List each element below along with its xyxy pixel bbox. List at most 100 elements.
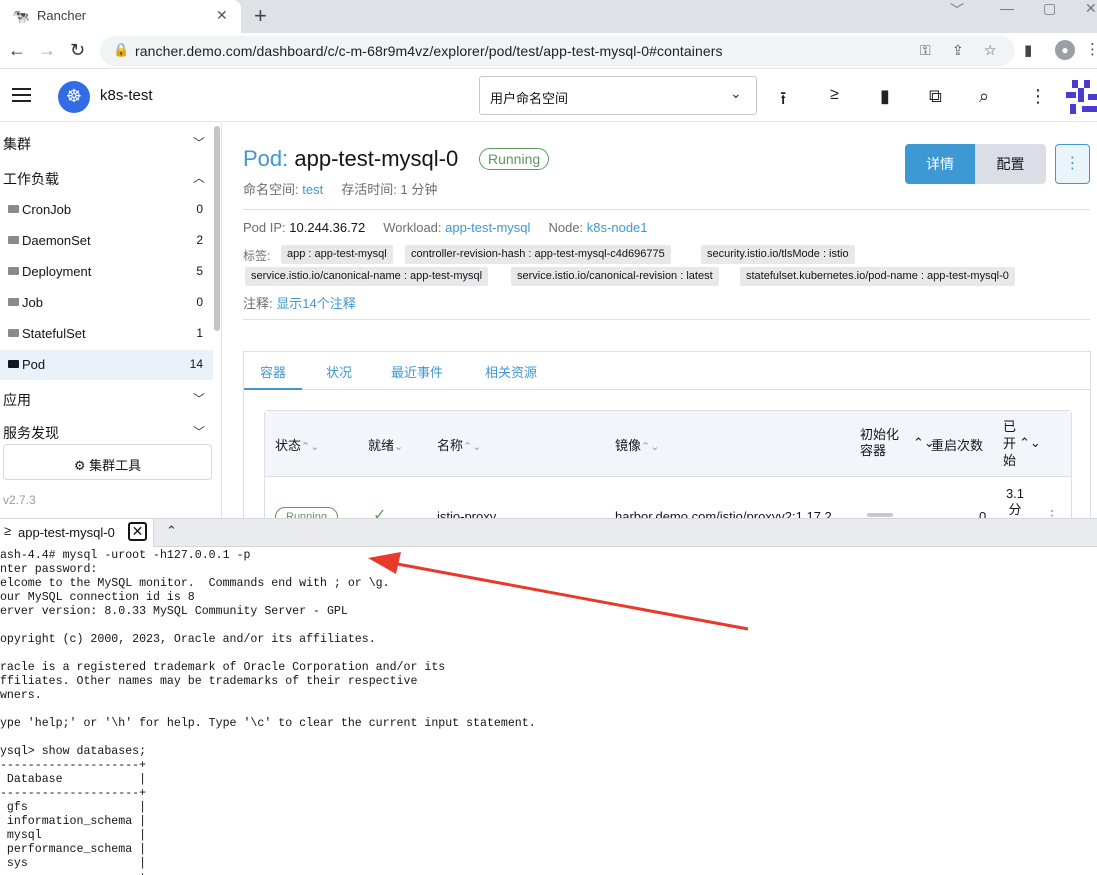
tab-recent-events[interactable]: 最近事件 (391, 362, 443, 381)
sidebar-item-label: StatefulSet (22, 326, 86, 341)
kubernetes-logo-icon: ☸ (58, 81, 90, 113)
sidebar-item-count: 0 (196, 295, 203, 309)
import-yaml-icon[interactable]: ⭱ (780, 86, 786, 116)
terminal-line: Your MySQL connection id is 8 (0, 591, 195, 604)
reload-icon[interactable]: ↻ (70, 40, 85, 61)
back-icon[interactable]: ← (8, 40, 26, 61)
sidebar-group-service-discovery[interactable]: 服务发现 (3, 423, 59, 443)
sidebar-group-cluster[interactable]: 集群 (3, 134, 31, 154)
kubectl-shell-icon[interactable]: ≥ (830, 86, 839, 104)
sidebar-item-job[interactable]: Job 0 (0, 288, 213, 318)
init-container-indicator (867, 513, 893, 517)
key-icon[interactable]: ⚿ (920, 42, 931, 59)
search-icon[interactable]: ⌕ (979, 86, 989, 107)
browser-menu-icon[interactable]: ⋮ (1085, 40, 1097, 58)
workload-link[interactable]: app-test-mysql (445, 220, 530, 235)
column-header-label: 名称 (437, 438, 464, 453)
restart-count: 0 (979, 509, 987, 518)
sort-icon[interactable]: ⌃⌄ (1019, 435, 1041, 451)
sidebar-item-cronjob[interactable]: CronJob 0 (0, 195, 213, 225)
tab-conditions[interactable]: 状况 (326, 362, 352, 381)
sidebar-scrollbar[interactable] (214, 126, 220, 331)
chevron-down-icon[interactable]: ﹀ (193, 423, 205, 440)
browser-tab[interactable]: 🐄 Rancher ✕ (0, 0, 241, 33)
label-tag: service.istio.io/canonical-revision : la… (511, 267, 719, 286)
sidebar-item-daemonset[interactable]: DaemonSet 2 (0, 226, 213, 256)
hamburger-menu-icon[interactable] (12, 88, 31, 102)
row-actions-icon[interactable]: ⋮ (1045, 507, 1059, 518)
sidebar-item-count: 5 (196, 264, 203, 278)
pod-name: app-test-mysql-0 (294, 146, 459, 171)
terminal-line: owners. (0, 689, 42, 702)
more-actions-button[interactable]: ⋮ (1055, 144, 1090, 184)
sidebar-item-count: 0 (196, 202, 203, 216)
tab-search-icon[interactable]: ﹀ (950, 0, 964, 20)
chevron-down-icon[interactable]: ﹀ (193, 390, 205, 407)
chevron-up-icon[interactable]: ︿ (193, 169, 205, 186)
namespace-link[interactable]: test (302, 182, 323, 197)
tab-containers[interactable]: 容器 (260, 362, 286, 381)
terminal-line: | information_schema | (0, 815, 147, 828)
pod-ip-value: 10.244.36.72 (289, 220, 366, 235)
new-tab-button[interactable]: + (254, 3, 267, 29)
view-mode-toggle: 详情 配置 (905, 144, 1046, 184)
column-header-image[interactable]: 镜像⌃⌄ (615, 435, 659, 454)
profile-avatar-icon[interactable]: ● (1055, 40, 1075, 60)
user-avatar[interactable] (1064, 78, 1097, 116)
bookmark-star-icon[interactable]: ☆ (984, 42, 997, 59)
terminal-output[interactable]: bash-4.4# mysql -uroot -h127.0.0.1 -p Ent… (0, 547, 1097, 875)
more-actions-icon[interactable]: ⋮ (1029, 86, 1047, 107)
chevron-down-icon: ⌄ (730, 85, 742, 101)
copy-kubeconfig-icon[interactable]: ⧉ (929, 86, 942, 107)
workload-label: Workload: (383, 220, 442, 235)
column-header-init-container[interactable]: 初始化容器 (860, 427, 906, 459)
tab-related-resources[interactable]: 相关资源 (485, 362, 537, 381)
sidebar-item-deployment[interactable]: Deployment 5 (0, 257, 213, 287)
app-header: ☸ k8s-test 用户命名空间 ⌄ ⭱ ≥ ▮ ⧉ ⌕ ⋮ (0, 70, 1097, 122)
namespace-select[interactable]: 用户命名空间 ⌄ (479, 76, 757, 115)
share-icon[interactable]: ⇪ (952, 42, 964, 59)
column-header-status[interactable]: 状态⌃⌄ (275, 435, 319, 454)
terminal-line: | sys | (0, 857, 147, 870)
version-label: v2.7.3 (3, 493, 36, 507)
show-annotations-link[interactable]: 显示14个注释 (276, 296, 355, 311)
download-kubeconfig-icon[interactable]: ▮ (880, 86, 890, 107)
labels-key: 标签: (243, 249, 271, 263)
sort-icon: ⌃⌄ (301, 441, 320, 453)
column-header-ready[interactable]: 就绪⌄ (368, 435, 403, 454)
sidebar-group-workloads[interactable]: 工作负载 (3, 169, 59, 189)
minimize-icon[interactable]: — (1000, 0, 1014, 16)
sort-icon: ⌃⌄ (641, 441, 660, 453)
cluster-tools-text: 集群工具 (89, 458, 142, 473)
label-tag: statefulset.kubernetes.io/pod-name : app… (740, 267, 1015, 286)
detail-button[interactable]: 详情 (905, 144, 975, 184)
close-window-icon[interactable]: ✕ (1085, 0, 1097, 17)
column-header-label: 状态 (275, 438, 302, 453)
cluster-tools-button[interactable]: ⚙ 集群工具 (3, 444, 212, 480)
sidebar-group-apps[interactable]: 应用 (3, 390, 31, 410)
annotations-row: 注释: 显示14个注释 (243, 293, 356, 312)
sidebar-item-statefulset[interactable]: StatefulSet 1 (0, 319, 213, 349)
sidebar-item-pod[interactable]: Pod 14 (0, 350, 213, 380)
column-header-restarts[interactable]: 重启次数 (931, 435, 983, 454)
chevron-down-icon[interactable]: ﹀ (193, 134, 205, 151)
close-tab-icon[interactable]: ✕ (216, 7, 228, 24)
terminal-line: Type 'help;' or '\h' for help. Type '\c'… (0, 717, 536, 730)
side-panel-icon[interactable]: ▮ (1024, 41, 1032, 59)
url-field[interactable]: 🔒 rancher.demo.com/dashboard/c/c-m-68r9m… (100, 36, 1015, 66)
terminal-tab[interactable]: ≥ app-test-mysql-0 ✕ (0, 519, 154, 547)
namespace-select-value: 用户命名空间 (490, 91, 569, 106)
column-header-name[interactable]: 名称⌃⌄ (437, 435, 481, 454)
maximize-icon[interactable]: ▢ (1043, 0, 1056, 17)
folder-icon (8, 236, 19, 244)
resource-kind[interactable]: Pod: (243, 146, 288, 171)
forward-icon[interactable]: → (38, 40, 56, 61)
close-icon[interactable]: ✕ (128, 522, 147, 541)
sidebar-item-label: Pod (22, 357, 46, 372)
node-link[interactable]: k8s-node1 (587, 220, 648, 235)
rancher-favicon-icon: 🐄 (12, 8, 30, 24)
column-header-started[interactable]: 已开始 (1003, 418, 1019, 469)
config-button[interactable]: 配置 (975, 144, 1046, 184)
expand-collapse-icon[interactable]: ⌃ (166, 523, 177, 539)
